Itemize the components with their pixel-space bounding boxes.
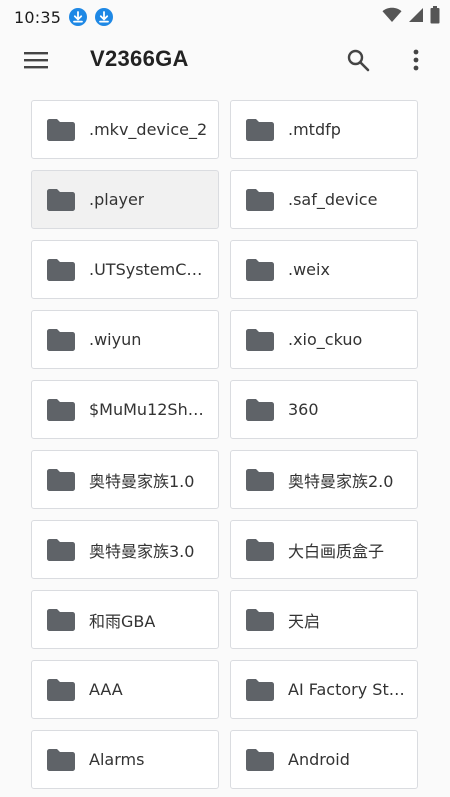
battery-icon xyxy=(430,6,440,28)
app-toolbar: V2366GA xyxy=(0,34,450,90)
folder-icon xyxy=(246,748,274,771)
status-time: 10:35 xyxy=(14,7,62,27)
wifi-icon xyxy=(382,7,402,27)
folder-label: .xio_ckuo xyxy=(288,330,363,349)
search-icon xyxy=(346,48,370,76)
folder-label: 大白画质盒子 xyxy=(288,541,385,561)
folder-item[interactable]: 奥特曼家族3.0 xyxy=(31,520,219,579)
folder-item[interactable]: .saf_device xyxy=(230,170,418,229)
folder-label: 和雨GBA xyxy=(89,611,156,631)
folder-item[interactable]: $MuMu12Sh… xyxy=(31,380,219,439)
folder-label: .mtdfp xyxy=(288,120,341,139)
folder-item[interactable]: 360 xyxy=(230,380,418,439)
folder-item[interactable]: Alarms xyxy=(31,730,219,789)
search-button[interactable] xyxy=(334,38,382,86)
folder-icon xyxy=(47,748,75,771)
folder-item[interactable]: 天启 xyxy=(230,590,418,649)
folder-icon xyxy=(246,258,274,281)
folder-icon xyxy=(47,608,75,631)
folder-item[interactable]: 和雨GBA xyxy=(31,590,219,649)
folder-item[interactable]: .wiyun xyxy=(31,310,219,369)
folder-label: 奥特曼家族3.0 xyxy=(89,541,195,561)
folder-label: AI Factory St… xyxy=(288,680,405,699)
folder-item[interactable]: .mkv_device_2 xyxy=(31,100,219,159)
menu-icon xyxy=(24,51,48,73)
folder-label: .mkv_device_2 xyxy=(89,120,208,139)
folder-icon xyxy=(47,258,75,281)
folder-icon xyxy=(246,118,274,141)
folder-label: 天启 xyxy=(288,611,321,631)
folder-label: 奥特曼家族2.0 xyxy=(288,471,394,491)
folder-icon xyxy=(246,678,274,701)
folder-label: AAA xyxy=(89,680,123,699)
folder-item[interactable]: .xio_ckuo xyxy=(230,310,418,369)
status-bar: 10:35 xyxy=(0,0,450,34)
status-indicators xyxy=(382,6,440,28)
folder-label: .player xyxy=(89,190,145,209)
folder-icon xyxy=(246,468,274,491)
page-title: V2366GA xyxy=(90,46,189,71)
folder-label: .UTSystemC… xyxy=(89,260,203,279)
folder-label: .weix xyxy=(288,260,330,279)
folder-grid: .mkv_device_2 .mtdfp .player .saf_device .UT… xyxy=(31,100,419,797)
folder-icon xyxy=(47,188,75,211)
folder-item[interactable]: 奥特曼家族1.0 xyxy=(31,450,219,509)
folder-icon xyxy=(47,678,75,701)
folder-label: 奥特曼家族1.0 xyxy=(89,471,195,491)
menu-button[interactable] xyxy=(12,38,60,86)
folder-icon xyxy=(47,118,75,141)
folder-icon xyxy=(47,328,75,351)
folder-label: .saf_device xyxy=(288,190,378,209)
folder-icon xyxy=(47,468,75,491)
more-options-button[interactable] xyxy=(392,38,440,86)
folder-icon xyxy=(246,538,274,561)
folder-item[interactable]: .UTSystemC… xyxy=(31,240,219,299)
folder-item[interactable]: .weix xyxy=(230,240,418,299)
folder-item[interactable]: 大白画质盒子 xyxy=(230,520,418,579)
folder-label: Android xyxy=(288,750,350,769)
folder-item[interactable]: 奥特曼家族2.0 xyxy=(230,450,418,509)
more-vert-icon xyxy=(413,49,419,75)
folder-icon xyxy=(246,188,274,211)
download-icon xyxy=(69,8,88,26)
folder-icon xyxy=(246,328,274,351)
folder-item[interactable]: AAA xyxy=(31,660,219,719)
folder-label: $MuMu12Sh… xyxy=(89,400,204,419)
folder-label: 360 xyxy=(288,400,319,419)
folder-item[interactable]: .mtdfp xyxy=(230,100,418,159)
folder-icon xyxy=(47,538,75,561)
folder-icon xyxy=(47,398,75,421)
folder-label: Alarms xyxy=(89,750,145,769)
folder-item[interactable]: AI Factory St… xyxy=(230,660,418,719)
folder-item[interactable]: Android xyxy=(230,730,418,789)
folder-icon xyxy=(246,398,274,421)
download-icon xyxy=(95,8,114,26)
folder-item[interactable]: .player xyxy=(31,170,219,229)
signal-icon xyxy=(408,7,424,27)
folder-label: .wiyun xyxy=(89,330,142,349)
folder-icon xyxy=(246,608,274,631)
